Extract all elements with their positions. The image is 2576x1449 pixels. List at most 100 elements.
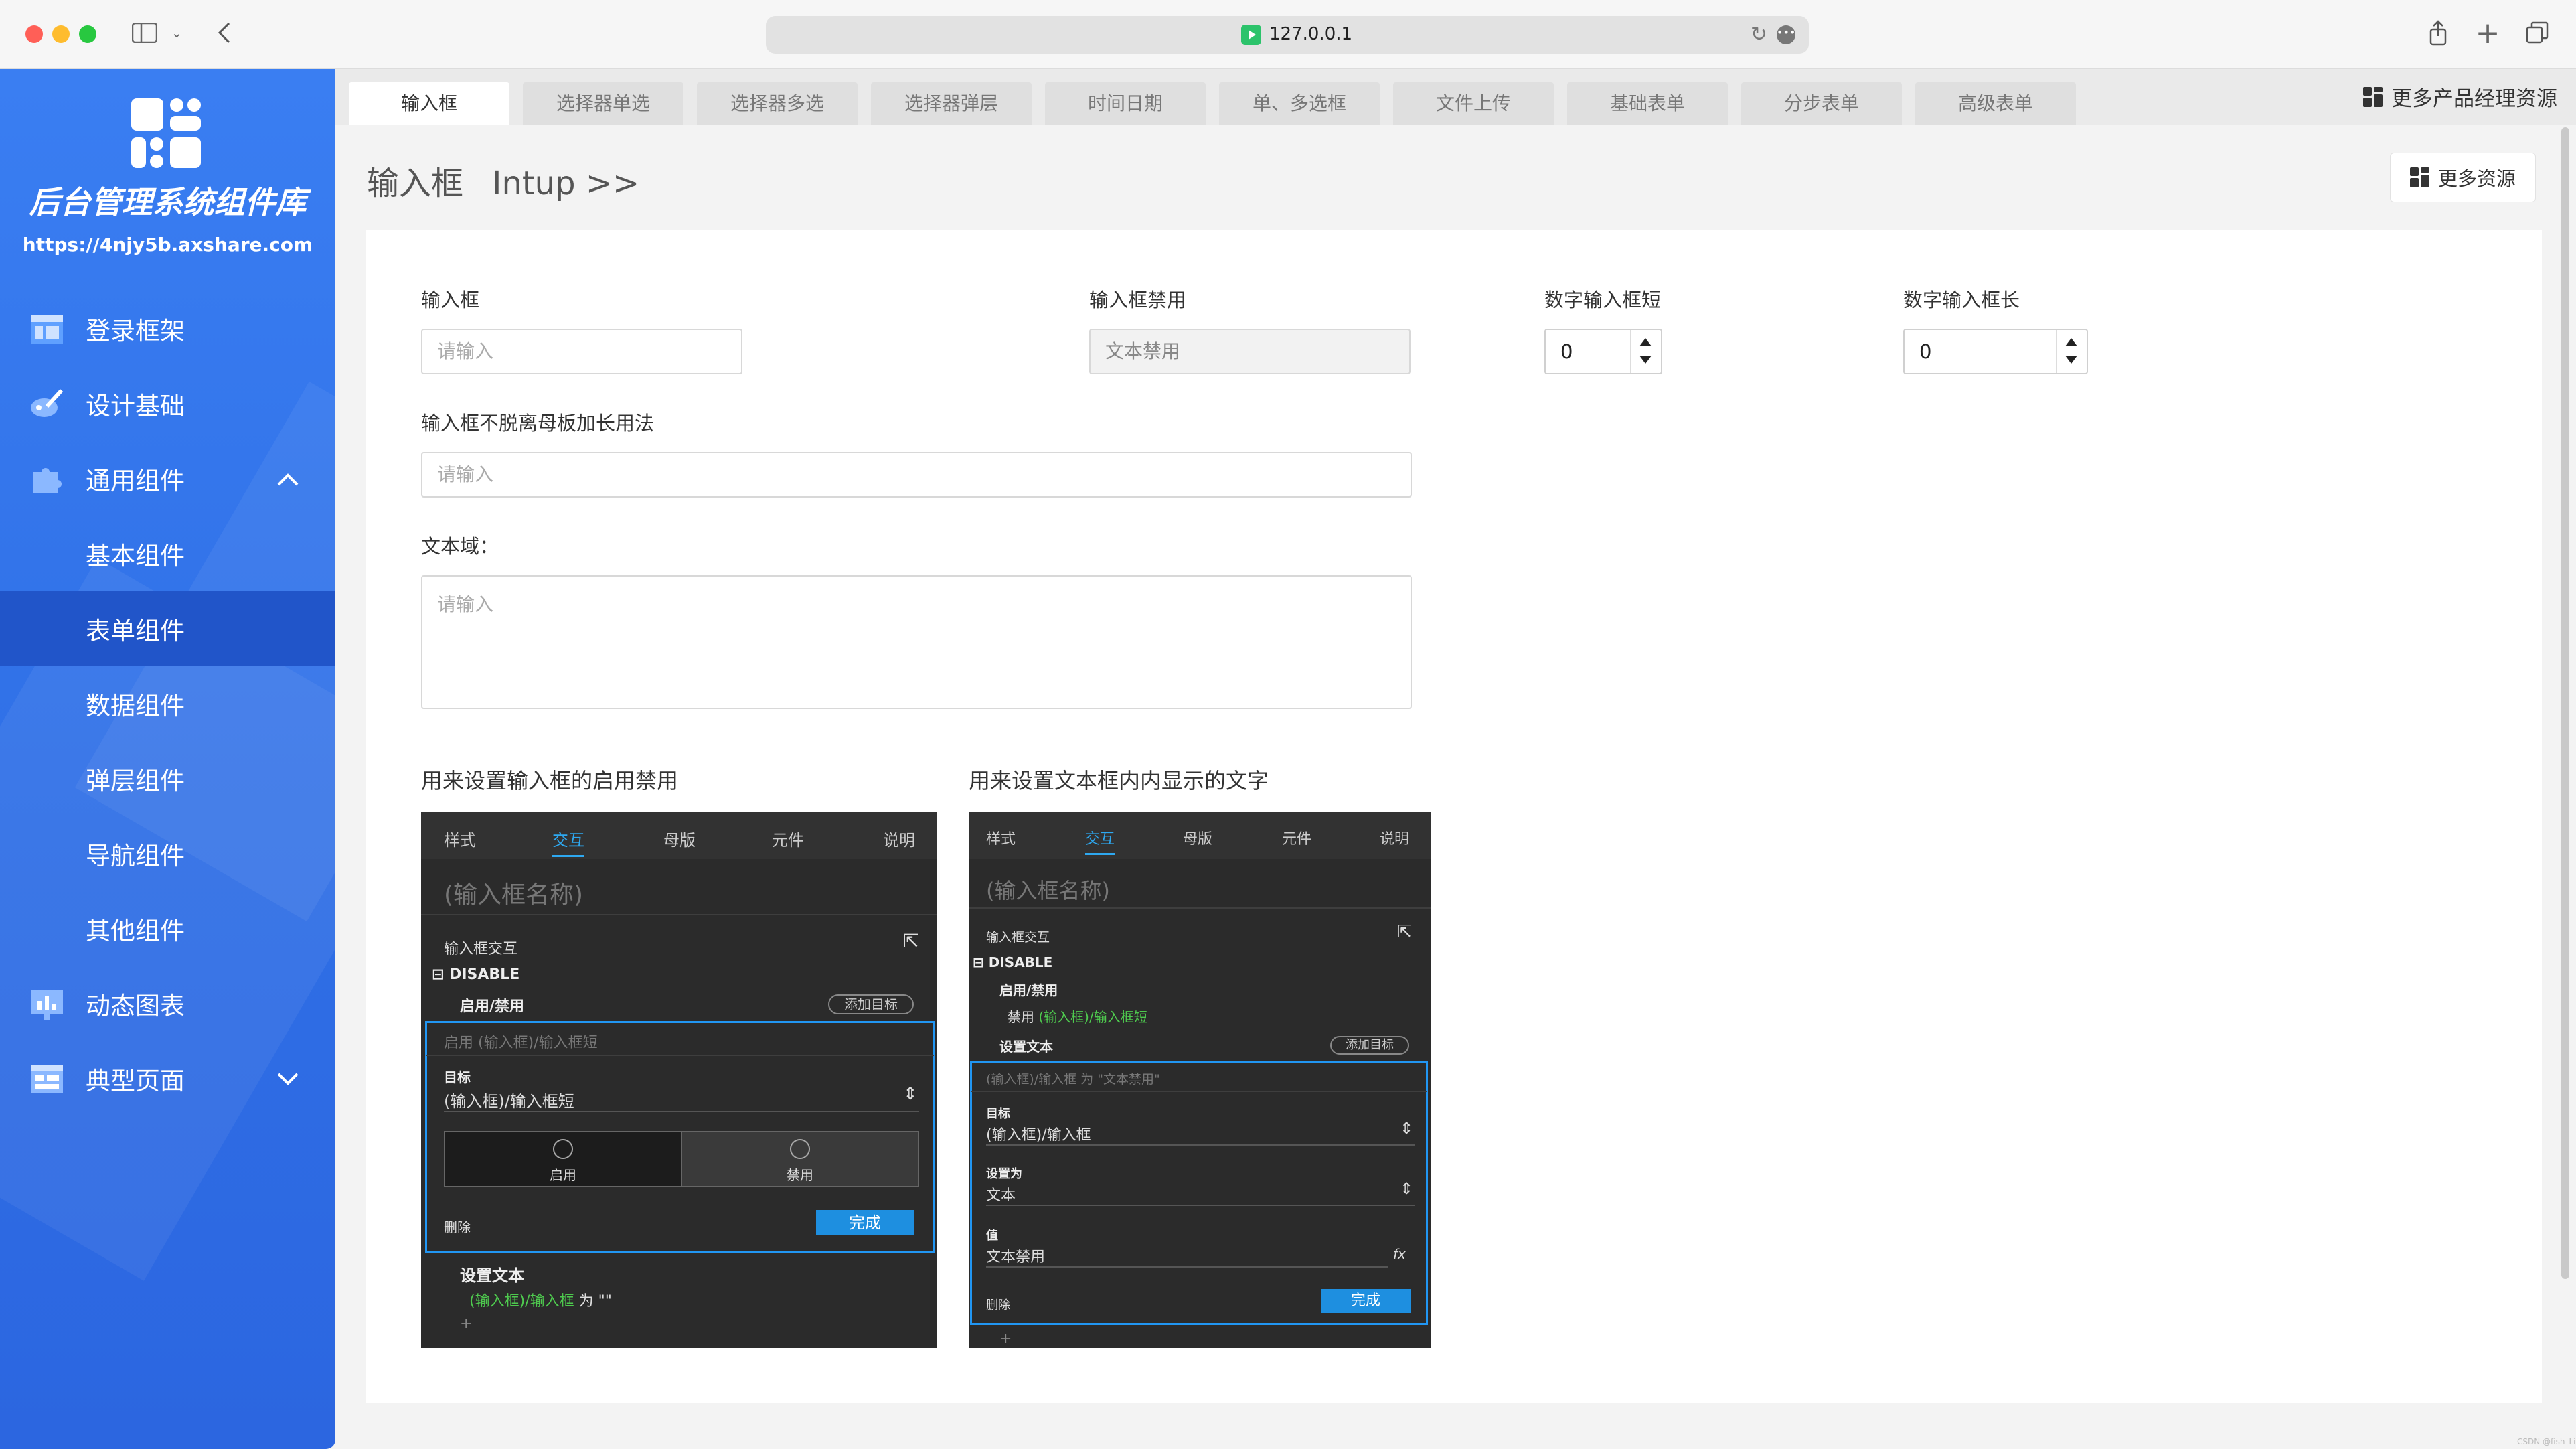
share-icon[interactable] bbox=[2425, 17, 2451, 48]
sidebar-item-login-frame[interactable]: 登录框架 bbox=[0, 291, 335, 366]
sidebar-item-nav-components[interactable]: 导航组件 bbox=[0, 816, 335, 891]
sidebar-item-label: 设计基础 bbox=[86, 392, 185, 421]
tab-basic-form[interactable]: 基础表单 bbox=[1567, 82, 1728, 125]
address-bar[interactable]: 127.0.0.1 ↻ ••• bbox=[766, 16, 1809, 54]
done-button[interactable]: 完成 bbox=[816, 1210, 914, 1235]
enable-option[interactable]: 启用 bbox=[445, 1132, 681, 1186]
delete-link[interactable]: 删除 bbox=[444, 1217, 471, 1236]
sidebar-item-form-components[interactable]: 表单组件 bbox=[0, 591, 335, 666]
sidebar-item-design-basics[interactable]: 设计基础 bbox=[0, 366, 335, 441]
value-input[interactable]: 文本禁用 bbox=[986, 1245, 1045, 1266]
panel-tab-interaction[interactable]: 交互 bbox=[1085, 827, 1115, 855]
add-target-button[interactable]: 添加目标 bbox=[1330, 1036, 1409, 1055]
expand-icon[interactable]: ⇱ bbox=[1397, 922, 1412, 942]
case-name[interactable]: 启用/禁用 bbox=[460, 994, 524, 1016]
url-text: 127.0.0.1 bbox=[1269, 24, 1353, 44]
interaction-panel-enable-disable: 样式 交互 母版 元件 说明 (输入框名称) 输入框交互 ⇱ ⊟ DISABLE… bbox=[421, 812, 937, 1348]
sidebar-item-common-components[interactable]: 通用组件 bbox=[0, 441, 335, 516]
sidebar-item-other-components[interactable]: 其他组件 bbox=[0, 891, 335, 966]
set-text-action[interactable]: 设置文本 bbox=[460, 1262, 524, 1286]
expand-icon[interactable]: ⇱ bbox=[903, 930, 918, 952]
back-icon[interactable] bbox=[213, 17, 236, 48]
panel-tab-widget[interactable]: 元件 bbox=[1282, 827, 1311, 848]
target-select-value[interactable]: (输入框)/输入框 bbox=[986, 1123, 1091, 1144]
set-text-action[interactable]: 设置文本 bbox=[999, 1036, 1053, 1055]
enable-disable-toggle[interactable]: 启用 禁用 bbox=[444, 1131, 919, 1187]
set-as-select-value[interactable]: 文本 bbox=[986, 1183, 1016, 1205]
page-scrollbar[interactable] bbox=[2561, 127, 2569, 1279]
component-tabs: 输入框 选择器单选 选择器多选 选择器弹层 时间日期 单、多选框 文件上传 基础… bbox=[335, 69, 2576, 125]
reload-icon[interactable]: ↻ bbox=[1751, 23, 1767, 46]
textarea[interactable]: 请输入 bbox=[421, 575, 1412, 709]
number-stepper[interactable] bbox=[2056, 330, 2087, 373]
tab-overview-icon[interactable] bbox=[2524, 17, 2551, 48]
minimize-window-button[interactable] bbox=[52, 25, 70, 43]
tab-select-multi[interactable]: 选择器多选 bbox=[697, 82, 858, 125]
sidebar-item-basic-components[interactable]: 基本组件 bbox=[0, 516, 335, 591]
sidebar-item-data-components[interactable]: 数据组件 bbox=[0, 666, 335, 741]
disable-target: (输入框)/输入框短 bbox=[1038, 1009, 1147, 1025]
add-action-button[interactable]: + bbox=[999, 1330, 1012, 1347]
tab-step-form[interactable]: 分步表单 bbox=[1741, 82, 1902, 125]
sidebar-item-dynamic-charts[interactable]: 动态图表 bbox=[0, 966, 335, 1041]
target-select-value[interactable]: (输入框)/输入框短 bbox=[444, 1088, 574, 1112]
select-caret-icon[interactable]: ⇕ bbox=[1400, 1179, 1413, 1198]
number-long-label: 数字输入框长 bbox=[1903, 289, 2020, 311]
number-stepper[interactable] bbox=[1630, 330, 1661, 373]
sidebar-title: 后台管理系统组件库 bbox=[29, 184, 307, 220]
delete-link[interactable]: 删除 bbox=[986, 1296, 1010, 1313]
panel-tab-widget[interactable]: 元件 bbox=[772, 827, 804, 850]
function-icon[interactable]: fx bbox=[1393, 1246, 1406, 1262]
divider bbox=[986, 1205, 1415, 1206]
tab-select-popup[interactable]: 选择器弹层 bbox=[871, 82, 1032, 125]
select-caret-icon[interactable]: ⇕ bbox=[903, 1084, 918, 1104]
action-hint: 启用 (输入框)/输入框短 bbox=[444, 1035, 598, 1051]
number-short-input[interactable]: 0 bbox=[1544, 329, 1662, 374]
disable-option[interactable]: 禁用 bbox=[681, 1132, 918, 1186]
tab-datetime[interactable]: 时间日期 bbox=[1045, 82, 1206, 125]
maximize-window-button[interactable] bbox=[79, 25, 96, 43]
panel-tab-notes[interactable]: 说明 bbox=[1380, 827, 1409, 848]
widget-name-field[interactable]: (输入框名称) bbox=[986, 874, 1110, 905]
panel-tab-master[interactable]: 母版 bbox=[663, 827, 696, 850]
selected-action-box bbox=[970, 1061, 1428, 1325]
tab-file-upload[interactable]: 文件上传 bbox=[1393, 82, 1554, 125]
panel-tab-notes[interactable]: 说明 bbox=[883, 827, 915, 850]
panel-tab-master[interactable]: 母版 bbox=[1183, 827, 1212, 848]
more-resources-label: 更多资源 bbox=[2437, 167, 2516, 190]
add-target-button[interactable]: 添加目标 bbox=[828, 994, 914, 1014]
long-input[interactable]: 请输入 bbox=[421, 452, 1412, 498]
sidebar-item-typical-pages[interactable]: 典型页面 bbox=[0, 1041, 335, 1116]
target-label: 目标 bbox=[444, 1069, 471, 1085]
sidebar-toggle-icon[interactable] bbox=[131, 17, 158, 48]
panel-tab-style[interactable]: 样式 bbox=[444, 827, 476, 850]
case-name[interactable]: 启用/禁用 bbox=[999, 980, 1058, 999]
panel-tab-style[interactable]: 样式 bbox=[986, 827, 1016, 848]
select-caret-icon[interactable]: ⇕ bbox=[1400, 1119, 1413, 1138]
add-action-button[interactable]: + bbox=[460, 1316, 472, 1332]
event-row[interactable]: ⊟ DISABLE bbox=[432, 966, 519, 983]
sidebar-item-popup-components[interactable]: 弹层组件 bbox=[0, 741, 335, 816]
done-button[interactable]: 完成 bbox=[1321, 1289, 1411, 1313]
widget-name-field[interactable]: (输入框名称) bbox=[444, 875, 583, 910]
new-tab-icon[interactable]: + bbox=[2474, 16, 2501, 50]
text-input[interactable]: 请输入 bbox=[421, 329, 742, 374]
more-pm-resources-link[interactable]: 更多产品经理资源 bbox=[2363, 82, 2557, 112]
number-long-input[interactable]: 0 bbox=[1903, 329, 2088, 374]
chevron-down-icon[interactable] bbox=[276, 1063, 300, 1094]
more-pm-resources-label: 更多产品经理资源 bbox=[2391, 87, 2557, 111]
tab-checkbox-radio[interactable]: 单、多选框 bbox=[1219, 82, 1380, 125]
grid-icon bbox=[2363, 86, 2383, 107]
chevron-down-icon[interactable]: ⌄ bbox=[169, 17, 185, 48]
more-resources-button[interactable]: 更多资源 bbox=[2390, 153, 2536, 202]
panel-tab-interaction[interactable]: 交互 bbox=[552, 827, 584, 857]
tab-advanced-form[interactable]: 高级表单 bbox=[1915, 82, 2076, 125]
grid-icon bbox=[2409, 167, 2430, 187]
disable-action[interactable]: 禁用 (输入框)/输入框短 bbox=[1008, 1006, 1147, 1026]
close-window-button[interactable] bbox=[25, 25, 43, 43]
tab-select-single[interactable]: 选择器单选 bbox=[523, 82, 683, 125]
chevron-up-icon[interactable] bbox=[276, 463, 300, 494]
more-options-icon[interactable]: ••• bbox=[1777, 25, 1795, 44]
tab-input[interactable]: 输入框 bbox=[349, 82, 509, 125]
event-row[interactable]: ⊟ DISABLE bbox=[973, 954, 1052, 970]
